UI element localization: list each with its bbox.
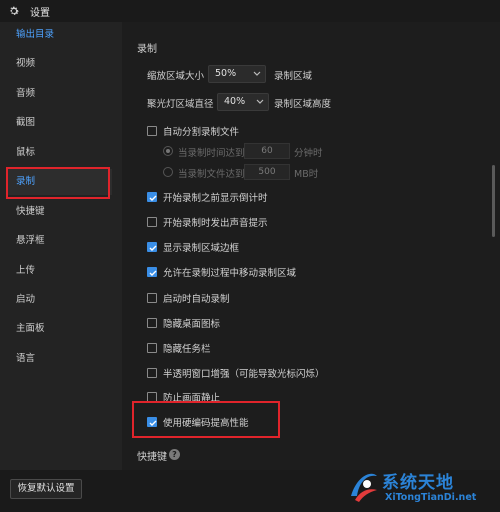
split-time-label: 当录制时间达到 — [178, 148, 245, 159]
spotlight-select[interactable]: 40% — [217, 93, 269, 111]
auto-split-checkbox[interactable] — [147, 126, 157, 136]
watermark-url: XiTongTianDi.net — [385, 492, 477, 503]
sidebar-item-startup[interactable]: 启动 — [6, 287, 112, 313]
window-title: 设置 — [30, 7, 50, 19]
check-icon — [149, 245, 157, 251]
reset-defaults-button[interactable]: 恢复默认设置 — [10, 479, 82, 499]
check-icon — [149, 195, 157, 201]
prevent-static-checkbox[interactable] — [147, 392, 157, 402]
spotlight-suffix: 录制区域高度 — [274, 99, 332, 110]
zoom-area-select[interactable]: 50% — [208, 65, 266, 83]
prevent-static-label: 防止画面静止 — [163, 393, 221, 404]
sidebar-item-audio[interactable]: 音频 — [6, 81, 112, 107]
auto-record-checkbox[interactable] — [147, 293, 157, 303]
gear-icon — [10, 6, 19, 15]
show-border-label: 显示录制区域边框 — [163, 243, 240, 254]
move-area-checkbox[interactable] — [147, 267, 157, 277]
hide-taskbar-checkbox[interactable] — [147, 343, 157, 353]
zoom-area-suffix: 录制区域 — [274, 71, 313, 82]
scrollbar-thumb[interactable] — [492, 165, 495, 237]
check-icon — [149, 420, 157, 426]
watermark-title: 系统天地 — [382, 473, 454, 493]
sidebar-item-mouse[interactable]: 鼠标 — [6, 140, 112, 166]
sidebar: 输出目录 视频 音频 截图 鼠标 录制 快捷键 悬浮框 上传 启动 主面板 语言 — [0, 22, 122, 470]
split-by-time-radio[interactable] — [163, 146, 173, 156]
translucent-label: 半透明窗口增强（可能导致光标闪烁） — [163, 369, 325, 380]
hide-desktop-icons-label: 隐藏桌面图标 — [163, 319, 221, 330]
zoom-area-label: 缩放区域大小 — [147, 71, 205, 82]
split-size-unit: MB时 — [294, 169, 319, 180]
help-icon[interactable]: ? — [169, 449, 180, 460]
sidebar-item-upload[interactable]: 上传 — [6, 258, 112, 284]
check-icon — [149, 270, 157, 276]
sidebar-item-float[interactable]: 悬浮框 — [6, 228, 112, 254]
show-border-checkbox[interactable] — [147, 242, 157, 252]
watermark: 系统天地 XiTongTianDi.net — [345, 462, 500, 512]
hide-taskbar-label: 隐藏任务栏 — [163, 344, 211, 355]
spotlight-value: 40% — [224, 96, 246, 107]
sound-cue-checkbox[interactable] — [147, 217, 157, 227]
sidebar-item-record[interactable]: 录制 — [6, 169, 112, 195]
auto-split-label: 自动分割录制文件 — [163, 127, 240, 138]
sidebar-item-language[interactable]: 语言 — [6, 346, 112, 372]
split-size-input[interactable]: 500 — [244, 164, 290, 180]
section-title-record: 录制 — [137, 44, 157, 55]
sidebar-item-video[interactable]: 视频 — [6, 51, 112, 77]
move-area-label: 允许在录制过程中移动录制区域 — [163, 268, 297, 279]
translucent-checkbox[interactable] — [147, 368, 157, 378]
hide-desktop-icons-checkbox[interactable] — [147, 318, 157, 328]
spotlight-label: 聚光灯区域直径 — [147, 99, 214, 110]
sound-cue-label: 开始录制时发出声音提示 — [163, 218, 268, 229]
sidebar-item-main-panel[interactable]: 主面板 — [6, 316, 112, 342]
watermark-logo — [351, 473, 377, 502]
split-size-label: 当录制文件达到 — [178, 169, 245, 180]
split-time-unit: 分钟时 — [294, 148, 323, 159]
hw-encoding-checkbox[interactable] — [147, 417, 157, 427]
split-time-input[interactable]: 60 — [244, 143, 290, 159]
chevron-down-icon — [256, 99, 264, 104]
sidebar-item-hotkeys[interactable]: 快捷键 — [6, 199, 112, 225]
sidebar-item-output-dir[interactable]: 输出目录 — [6, 22, 112, 48]
hw-encoding-label: 使用硬编码提高性能 — [163, 418, 249, 429]
chevron-down-icon — [253, 71, 261, 76]
section-title-shortcuts: 快捷键 — [137, 452, 167, 463]
countdown-checkbox[interactable] — [147, 192, 157, 202]
sidebar-item-screenshot[interactable]: 截图 — [6, 110, 112, 136]
countdown-label: 开始录制之前显示倒计时 — [163, 193, 268, 204]
auto-record-label: 启动时自动录制 — [163, 294, 230, 305]
title-bar: 设置 — [0, 0, 500, 22]
settings-panel: 录制 缩放区域大小 50% 录制区域 聚光灯区域直径 40% 录制区域高度 自动… — [122, 22, 500, 470]
split-by-size-radio[interactable] — [163, 167, 173, 177]
zoom-area-value: 50% — [215, 68, 237, 79]
